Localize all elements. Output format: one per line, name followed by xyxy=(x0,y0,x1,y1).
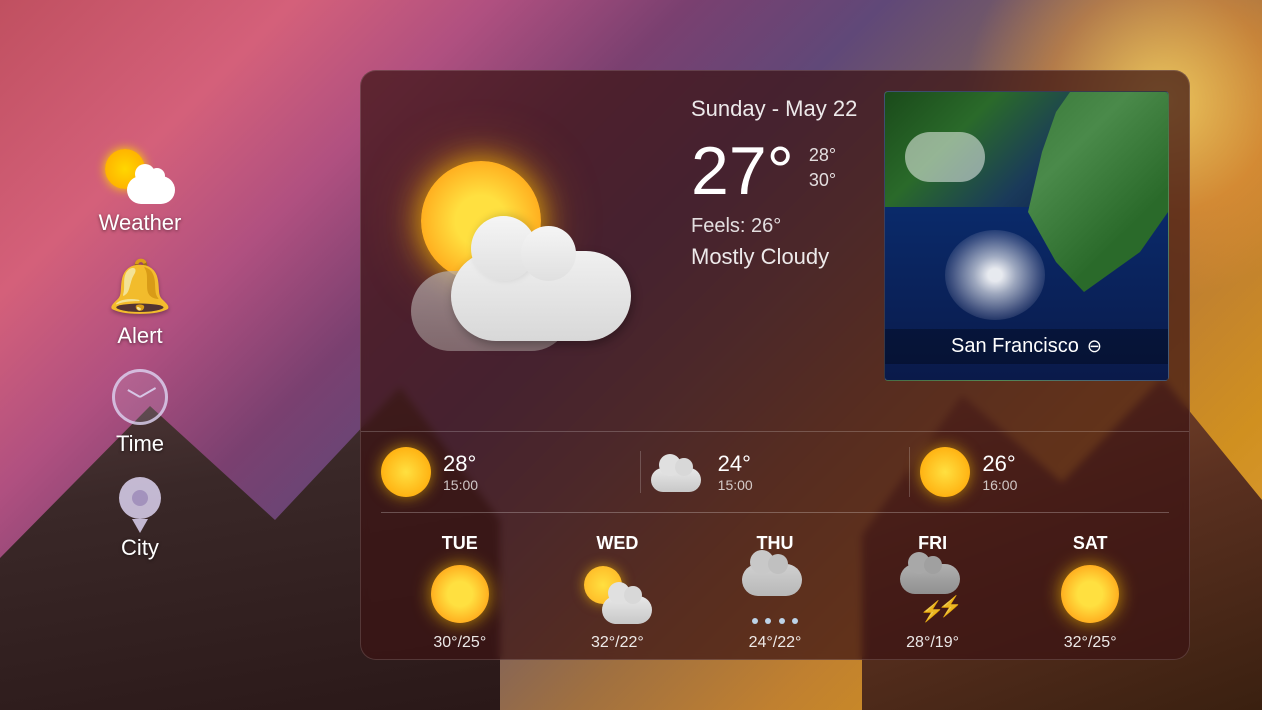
day-label-sat: SAT xyxy=(1073,533,1108,554)
sidebar-item-weather[interactable]: Weather xyxy=(99,149,182,236)
widget-top: Sunday - May 22 27° 28° 30° Feels: 26° M… xyxy=(361,71,1189,431)
day-label-wed: WED xyxy=(596,533,638,554)
hourly-forecast: 28° 15:00 24° 15:00 26° 16:00 xyxy=(361,431,1189,512)
temp-minmax: 28° 30° xyxy=(809,137,836,191)
hourly-time-1: 15:00 xyxy=(718,477,753,493)
day-label-tue: TUE xyxy=(442,533,478,554)
location-text: San Francisco xyxy=(951,335,1079,358)
main-cloud xyxy=(451,251,631,341)
day-icon-wed xyxy=(582,564,652,624)
weather-visual xyxy=(361,71,671,431)
main-weather-icon xyxy=(401,151,631,351)
day-label-fri: FRI xyxy=(918,533,947,554)
sidebar-label-weather: Weather xyxy=(99,210,182,236)
sidebar-label-time: Time xyxy=(116,431,164,457)
temp-low: 30° xyxy=(809,170,836,191)
sidebar-item-city[interactable]: City xyxy=(119,477,161,561)
current-temp: 27° xyxy=(691,137,794,205)
day-icon-tue xyxy=(425,564,495,624)
hourly-text-1: 24° 15:00 xyxy=(718,451,753,493)
sidebar-item-time[interactable]: Time xyxy=(112,369,168,457)
hourly-cloud-icon-1 xyxy=(651,452,706,492)
hourly-item-1: 24° 15:00 xyxy=(640,451,900,493)
hourly-time-0: 15:00 xyxy=(443,477,478,493)
hourly-text-2: 26° 16:00 xyxy=(982,451,1017,493)
day-fri: FRI ⚡ ⚡ 28°/19° xyxy=(854,528,1012,657)
weather-icon xyxy=(105,149,175,204)
hourly-item-2: 26° 16:00 xyxy=(909,447,1169,497)
tue-sun-icon xyxy=(431,565,489,623)
satellite-map: San Francisco ⊖ xyxy=(884,91,1169,381)
day-icon-fri: ⚡ ⚡ xyxy=(898,564,968,624)
hourly-sun-icon-0 xyxy=(381,447,431,497)
day-temps-wed: 32°/22° xyxy=(591,634,644,652)
location-label: San Francisco ⊖ xyxy=(885,329,1168,364)
sat-cloud1 xyxy=(905,132,985,182)
thu-snow-icon xyxy=(740,564,810,624)
day-temps-sat: 32°/25° xyxy=(1064,634,1117,652)
sidebar-item-alert[interactable]: 🔔 Alert xyxy=(108,256,173,349)
weekly-forecast-row: TUE 30°/25° WED 32°/22° THU xyxy=(361,513,1189,660)
hourly-text-0: 28° 15:00 xyxy=(443,451,478,493)
day-icon-thu xyxy=(740,564,810,624)
day-thu: THU 24°/22° xyxy=(696,528,854,657)
hourly-temp-2: 26° xyxy=(982,451,1017,477)
hourly-item-0: 28° 15:00 xyxy=(381,447,630,497)
wed-partly-icon xyxy=(582,564,652,624)
day-wed: WED 32°/22° xyxy=(539,528,697,657)
clock-icon xyxy=(112,369,168,425)
location-icon: ⊖ xyxy=(1087,336,1102,357)
temp-high: 28° xyxy=(809,145,836,166)
day-icon-sat xyxy=(1055,564,1125,624)
sidebar-label-alert: Alert xyxy=(117,323,162,349)
fri-thunder-icon: ⚡ ⚡ xyxy=(898,564,968,624)
day-sat: SAT 32°/25° xyxy=(1011,528,1169,657)
sat-sun-icon xyxy=(1061,565,1119,623)
sidebar-label-city: City xyxy=(121,535,159,561)
hourly-temp-0: 28° xyxy=(443,451,478,477)
hourly-temp-1: 24° xyxy=(718,451,753,477)
weather-widget: Sunday - May 22 27° 28° 30° Feels: 26° M… xyxy=(360,70,1190,660)
day-temps-fri: 28°/19° xyxy=(906,634,959,652)
day-temps-tue: 30°/25° xyxy=(433,634,486,652)
day-temps-thu: 24°/22° xyxy=(749,634,802,652)
sat-hurricane xyxy=(945,230,1045,320)
hourly-time-2: 16:00 xyxy=(982,477,1017,493)
weekly-forecast: TUE 30°/25° WED 32°/22° THU xyxy=(361,513,1189,660)
hourly-sun-icon-2 xyxy=(920,447,970,497)
pin-icon xyxy=(119,477,161,529)
day-tue: TUE 30°/25° xyxy=(381,528,539,657)
bell-icon: 🔔 xyxy=(108,256,173,317)
sidebar: Weather 🔔 Alert Time City xyxy=(0,0,280,710)
